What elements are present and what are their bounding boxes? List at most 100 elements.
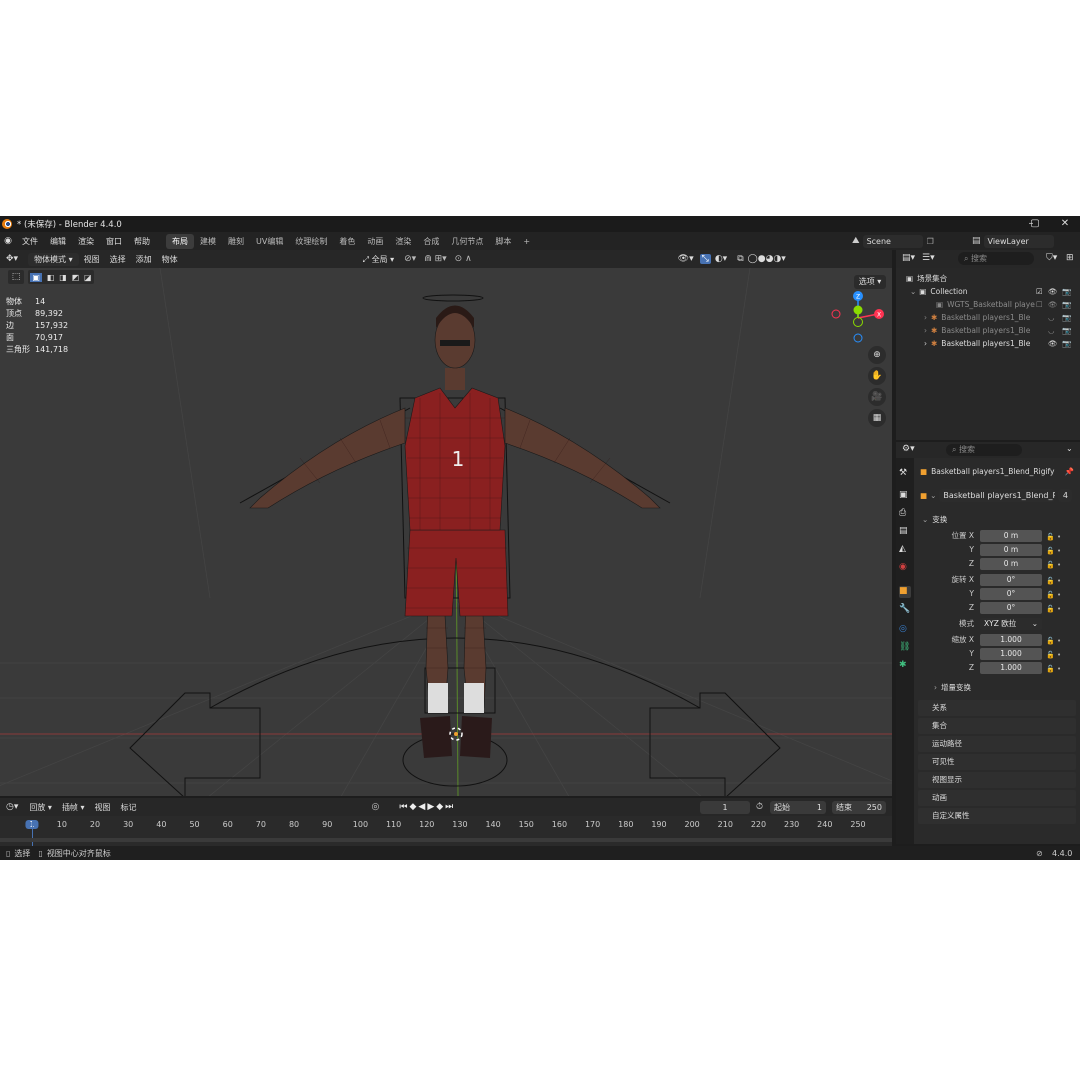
start-frame-field[interactable]: 起始 1 (770, 800, 826, 814)
panel-relations[interactable]: 关系 (918, 700, 1076, 716)
view-layer-selector[interactable]: ▤ ViewLayer (972, 232, 1054, 250)
camera-icon[interactable]: 📷 (1062, 339, 1071, 348)
camera-icon[interactable]: 📷 (1062, 313, 1071, 322)
menu-window[interactable]: 窗口 (100, 236, 128, 247)
current-frame-field[interactable]: 1 (700, 800, 750, 814)
end-frame-field[interactable]: 结束 250 (832, 800, 886, 814)
menu-keying[interactable]: 插帧 ▾ (57, 802, 90, 813)
visibility-icon[interactable]: 👁▾ (678, 254, 694, 264)
jump-start-icon[interactable]: ⏮ (399, 802, 409, 812)
shading-modes-icon[interactable]: ◯●◕◑▾ (748, 254, 786, 264)
subtract-selection-icon[interactable]: ◨ (59, 273, 67, 282)
users-count[interactable]: 4 (1058, 488, 1073, 502)
scene-copy-icon[interactable]: ❐ (927, 237, 934, 246)
outliner-item[interactable]: › ✱ Basketball players1_Ble ◡ 📷 (896, 324, 1080, 337)
transform-orientation-dropdown[interactable]: ⤢ 全局 ▾ (363, 254, 395, 265)
timeline-scrollbar[interactable] (0, 838, 892, 842)
pin-icon[interactable]: 📌 (1065, 467, 1074, 476)
next-keyframe-icon[interactable]: ◆ (436, 802, 445, 812)
scene-tab-icon[interactable]: ◭ (899, 544, 911, 556)
play-reverse-icon[interactable]: ◀ (418, 802, 427, 812)
camera-icon[interactable]: 📷 (1062, 300, 1071, 309)
eye-icon[interactable]: 👁 (1048, 339, 1058, 348)
eye-icon[interactable]: 👁 (1048, 300, 1058, 309)
filter-icon[interactable]: ⛉▾ (1046, 253, 1057, 263)
lock-icon[interactable]: 🔓 • (1046, 530, 1070, 544)
menu-edit[interactable]: 编辑 (44, 236, 72, 247)
scene-collection-row[interactable]: ▣ 场景集合 (896, 272, 1080, 285)
new-collection-icon[interactable]: ⊞ (1066, 253, 1074, 263)
tab-layout[interactable]: 布局 (166, 233, 194, 249)
constraints-tab-icon[interactable]: ⛓ (899, 642, 911, 654)
snap-icon[interactable]: ⋒ ⊞▾ (424, 254, 446, 264)
outliner-item[interactable]: ▣ WGTS_Basketball playe ☐ 👁 📷 (896, 298, 1080, 311)
modifier-tab-icon[interactable]: 🔧 (899, 604, 911, 616)
physics-tab-icon[interactable]: ◎ (899, 624, 911, 636)
object-data-tab-icon[interactable]: ✱ (899, 660, 911, 672)
tab-scripting[interactable]: 脚本 (489, 234, 517, 249)
neg-x-axis-handle[interactable] (831, 309, 841, 319)
outliner-item[interactable]: › ✱ Basketball players1_Ble 👁 📷 (896, 337, 1080, 350)
pan-hand-icon[interactable]: ✋ (868, 367, 886, 385)
mode-dropdown[interactable]: 物体模式 ▾ (28, 252, 79, 266)
add-workspace-icon[interactable]: + (517, 235, 536, 248)
panel-viewport-display[interactable]: 视图显示 (918, 772, 1076, 788)
camera-view-icon[interactable]: 🎥 (868, 388, 886, 406)
tab-modeling[interactable]: 建模 (194, 234, 222, 249)
auto-keying-icon[interactable]: ◎ (372, 802, 380, 812)
chevron-down-icon[interactable]: ⌄ (930, 491, 936, 500)
invert-selection-icon[interactable]: ◩ (72, 273, 80, 282)
tab-animation[interactable]: 动画 (361, 234, 389, 249)
rotation-z-field[interactable]: 0° (980, 602, 1042, 614)
eye-icon[interactable]: 👁 (1048, 287, 1058, 296)
panel-visibility[interactable]: 可见性 (918, 754, 1076, 770)
chevron-right-icon[interactable]: › (924, 313, 927, 322)
eye-closed-icon[interactable]: ◡ (1048, 326, 1055, 335)
menu-file[interactable]: 文件 (16, 236, 44, 247)
menu-marker[interactable]: 标记 (116, 802, 142, 813)
delta-transform-header[interactable]: › 增量变换 (934, 680, 971, 694)
properties-search-input[interactable]: ⌕ 搜索 (946, 444, 1022, 456)
perspective-grid-icon[interactable]: ▦ (868, 409, 886, 427)
panel-animation[interactable]: 动画 (918, 790, 1076, 806)
maximize-icon[interactable]: ▢ (1020, 216, 1050, 232)
scene-name-field[interactable]: Scene (862, 234, 923, 248)
xray-icon[interactable]: ⧉ (737, 254, 743, 264)
set-selection-icon[interactable]: ▣ (30, 272, 42, 282)
scale-x-field[interactable]: 1.000 (980, 634, 1042, 646)
output-tab-icon[interactable]: ⎙ (899, 508, 911, 520)
timeline-ruler[interactable]: 1102030405060708090100110120130140150160… (0, 816, 892, 846)
lock-icon[interactable]: 🔓 • (1046, 558, 1070, 572)
menu-select[interactable]: 选择 (105, 254, 131, 265)
display-mode-icon[interactable]: ☰▾ (922, 253, 935, 263)
lock-icon[interactable]: 🔓 • (1046, 574, 1070, 588)
lock-icon[interactable]: 🔓 • (1046, 602, 1070, 616)
scale-y-field[interactable]: 1.000 (980, 648, 1042, 660)
proportional-edit-icon[interactable]: ⊙ ∧ (455, 254, 472, 264)
checkbox-icon[interactable]: ☑ (1036, 287, 1043, 296)
gizmo-toggle-icon[interactable]: ⤡ (699, 254, 711, 264)
object-name-field[interactable]: Basketball players1_Blend_Rig... (939, 488, 1056, 502)
play-icon[interactable]: ▶ (427, 802, 436, 812)
chevron-right-icon[interactable]: › (924, 326, 927, 335)
render-tab-icon[interactable]: ▣ (899, 490, 911, 502)
chevron-down-icon[interactable]: ⌄ (910, 287, 916, 296)
object-tab-icon[interactable]: ■ (899, 586, 911, 598)
lock-icon[interactable]: 🔓 • (1046, 588, 1070, 602)
chevron-down-icon[interactable]: ⌄ (1066, 444, 1073, 453)
view-layer-field[interactable]: ViewLayer (983, 234, 1054, 248)
timeline-editor-icon[interactable]: ◷▾ (0, 802, 24, 812)
scale-z-field[interactable]: 1.000 (980, 662, 1042, 674)
overlay-toggle-icon[interactable]: ◐▾ (715, 254, 727, 264)
lock-icon[interactable]: 🔓 • (1046, 662, 1070, 676)
checkbox-icon[interactable]: ☐ (1036, 300, 1043, 309)
scene-selector[interactable]: ⛰ Scene ❐ (852, 232, 934, 250)
navigation-gizmo[interactable]: Z X (830, 288, 890, 348)
intersect-selection-icon[interactable]: ◪ (84, 273, 92, 282)
menu-playback[interactable]: 回放 ▾ (24, 802, 57, 813)
neg-y-axis-handle[interactable] (853, 317, 863, 327)
location-x-field[interactable]: 0 m (980, 530, 1042, 542)
tab-rendering[interactable]: 渲染 (389, 234, 417, 249)
menu-add[interactable]: 添加 (131, 254, 157, 265)
tab-shading[interactable]: 着色 (333, 234, 361, 249)
